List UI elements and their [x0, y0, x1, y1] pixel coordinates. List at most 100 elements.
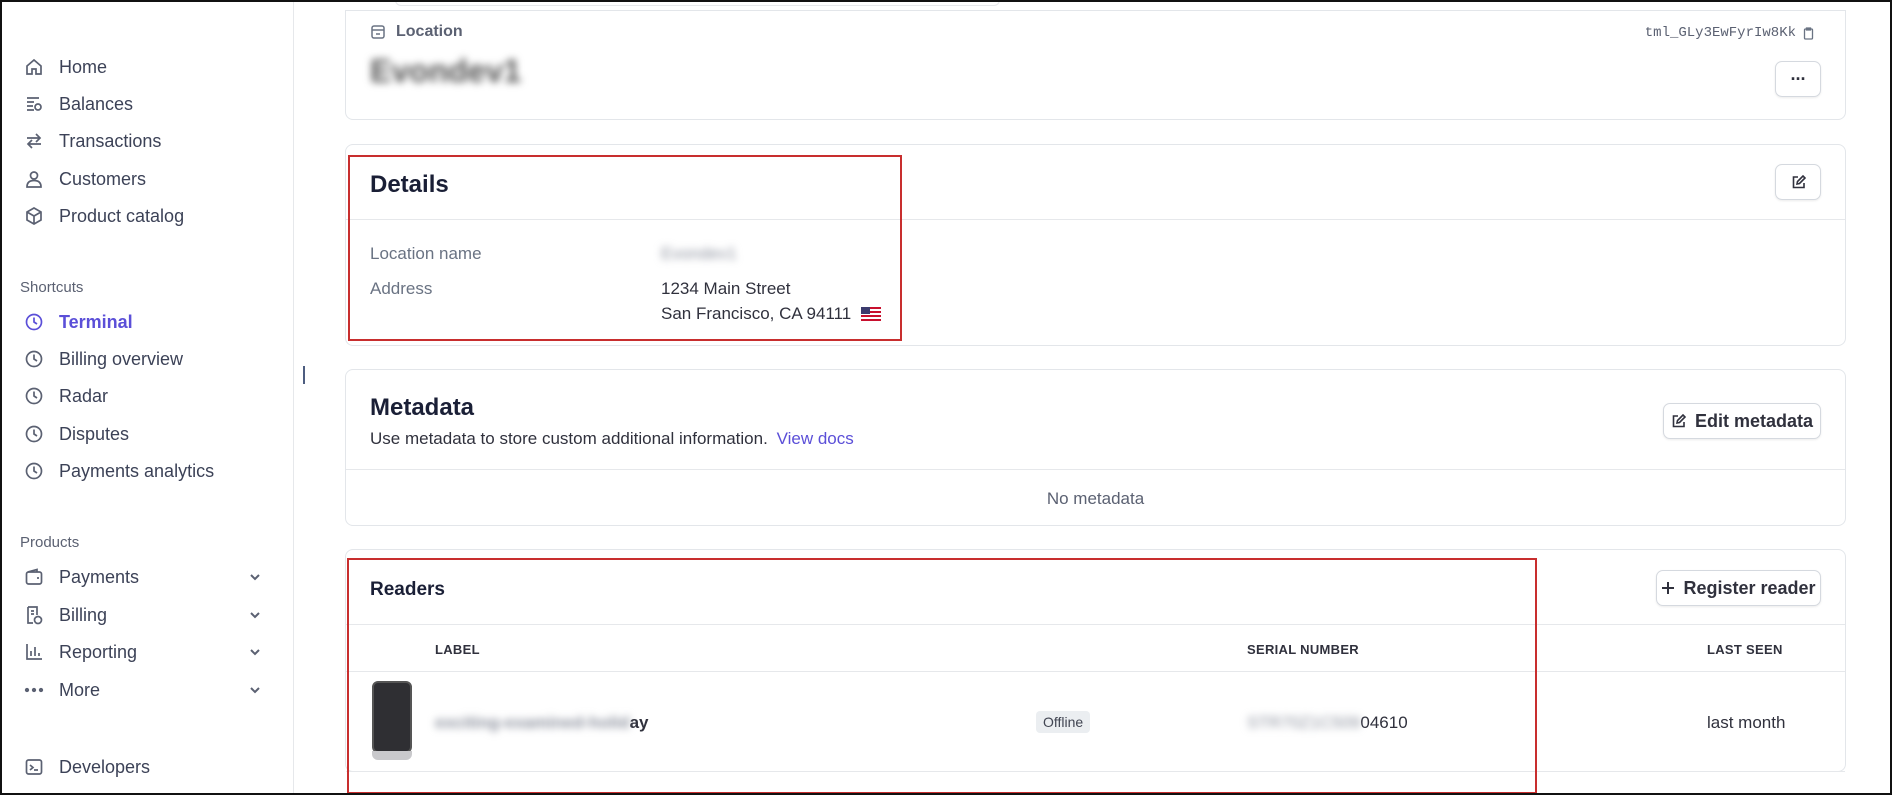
location-header: Location [370, 23, 463, 41]
sidebar-item-label: More [59, 679, 101, 700]
metadata-card: Metadata Use metadata to store custom ad… [345, 369, 1846, 526]
invoice-icon [27, 606, 43, 625]
sidebar-item-reporting[interactable]: Reporting [24, 637, 137, 667]
sidebar-item-label: Radar [59, 385, 109, 406]
sidebar-item-transactions[interactable]: Transactions [24, 126, 161, 156]
wallet-icon [25, 568, 43, 585]
box-icon [26, 207, 42, 225]
column-header-serial-number[interactable]: SERIAL NUMBER [1247, 642, 1359, 657]
sidebar-item-label: Billing [59, 604, 108, 625]
edit-icon [1672, 413, 1686, 427]
plus-icon [1662, 582, 1675, 594]
sidebar: Home Balances Transactions Customers Pro… [0, 0, 294, 795]
reader-label-visible: ay [629, 713, 649, 732]
sidebar-item-more[interactable]: More [24, 675, 100, 705]
divider [346, 624, 1845, 625]
no-metadata-text: No metadata [1046, 489, 1145, 508]
sidebar-item-label: Terminal [59, 311, 133, 332]
chevron-down-icon[interactable] [248, 608, 262, 622]
column-header-label[interactable]: LABEL [435, 642, 480, 657]
sidebar-item-home[interactable]: Home [24, 52, 107, 82]
location-id[interactable]: tml_GLy3EwFyrIw8Kk [1645, 25, 1815, 41]
location-name-value: Evondev1 [661, 244, 737, 263]
products-heading: Products [20, 534, 80, 551]
home-icon [26, 58, 42, 75]
edit-metadata-label: Edit metadata [1694, 410, 1814, 431]
store-icon [371, 25, 385, 39]
sidebar-item-label: Customers [59, 168, 147, 189]
chevron-down-icon[interactable] [248, 683, 262, 697]
readers-title: Readers [370, 579, 445, 600]
sidebar-item-label: Home [59, 56, 108, 77]
sidebar-item-label: Developers [59, 756, 151, 777]
divider [346, 469, 1845, 470]
more-actions-button[interactable]: ··· [1775, 61, 1821, 97]
clock-icon [25, 462, 43, 480]
view-docs-link[interactable]: View docs [777, 429, 854, 448]
location-id-text: tml_GLy3EwFyrIw8Kk [1644, 25, 1796, 41]
sidebar-item-disputes[interactable]: Disputes [24, 419, 129, 449]
sidebar-item-label: Transactions [59, 130, 162, 151]
us-flag-icon [861, 307, 882, 321]
text-cursor [303, 366, 305, 384]
column-header-last-seen[interactable]: LAST SEEN [1707, 642, 1783, 657]
status-badge: Offline [1036, 711, 1091, 733]
sidebar-item-customers[interactable]: Customers [24, 164, 146, 194]
shortcuts-heading: Shortcuts [20, 279, 84, 296]
serial-blurred: STR70Z1C509 [1247, 713, 1361, 732]
terminal-icon [25, 759, 43, 775]
sidebar-item-label: Balances [59, 93, 134, 114]
balances-icon [27, 97, 42, 111]
sidebar-item-radar[interactable]: Radar [24, 381, 108, 411]
arrows-swap-icon [26, 133, 42, 149]
location-name-label: Location name [370, 244, 482, 263]
scrolled-element-edge [395, 0, 1000, 6]
sidebar-item-billing[interactable]: Billing [24, 600, 107, 630]
bar-chart-icon [26, 644, 42, 660]
metadata-title: Metadata [370, 394, 475, 421]
sidebar-item-label: Disputes [59, 423, 130, 444]
reader-device-image [372, 681, 412, 761]
sidebar-item-billing-overview[interactable]: Billing overview [24, 344, 183, 374]
sidebar-item-product-catalog[interactable]: Product catalog [24, 201, 184, 231]
location-name-title: Evondev1 [370, 53, 522, 89]
address-label: Address [370, 279, 433, 298]
sidebar-item-developers[interactable]: Developers [24, 752, 150, 782]
address-line2-row: San Francisco, CA 94111 [661, 304, 882, 324]
sidebar-item-label: Payments [59, 566, 140, 587]
metadata-description-row: Use metadata to store custom additional … [370, 429, 854, 449]
metadata-description: Use metadata to store custom additional … [370, 429, 768, 448]
location-card: Location Evondev1 tml_GLy3EwFyrIw8Kk ··· [345, 10, 1846, 120]
table-row[interactable]: exciting-examined-holiday Offline STR70Z… [346, 672, 1845, 772]
sidebar-item-balances[interactable]: Balances [24, 89, 133, 119]
serial-visible: 04610 [1360, 713, 1408, 732]
sidebar-item-payments-analytics[interactable]: Payments analytics [24, 456, 214, 486]
register-reader-label: Register reader [1683, 577, 1816, 598]
clock-icon [25, 350, 43, 368]
address-line1: 1234 Main Street [661, 279, 791, 298]
details-title: Details [370, 171, 449, 198]
register-reader-button[interactable]: Register reader [1656, 570, 1821, 606]
divider [346, 219, 1845, 220]
person-icon [26, 171, 42, 188]
edit-icon [1792, 174, 1806, 188]
sidebar-item-payments[interactable]: Payments [24, 562, 139, 592]
reader-serial-number: STR70Z1C50904610 [1247, 713, 1408, 733]
readers-card: Readers Register reader LABEL SERIAL NUM… [345, 549, 1846, 772]
edit-metadata-button[interactable]: Edit metadata [1663, 403, 1821, 439]
edit-details-button[interactable] [1775, 164, 1821, 200]
sidebar-item-terminal[interactable]: Terminal [24, 307, 133, 337]
chevron-down-icon[interactable] [248, 645, 262, 659]
copy-icon[interactable] [1802, 26, 1815, 40]
chevron-down-icon[interactable] [248, 570, 262, 584]
clock-icon [25, 425, 43, 443]
sidebar-item-label: Billing overview [59, 348, 184, 369]
clock-icon [25, 313, 43, 331]
details-card: Details Location name Evondev1 Address 1… [345, 144, 1846, 346]
divider [346, 771, 1845, 772]
sidebar-item-label: Payments analytics [59, 460, 215, 481]
address-line2: San Francisco, CA 94111 [661, 304, 852, 323]
reader-label: exciting-examined-holiday [435, 713, 649, 733]
reader-label-blurred: exciting-examined-holid [435, 713, 630, 732]
clock-icon [25, 387, 43, 405]
